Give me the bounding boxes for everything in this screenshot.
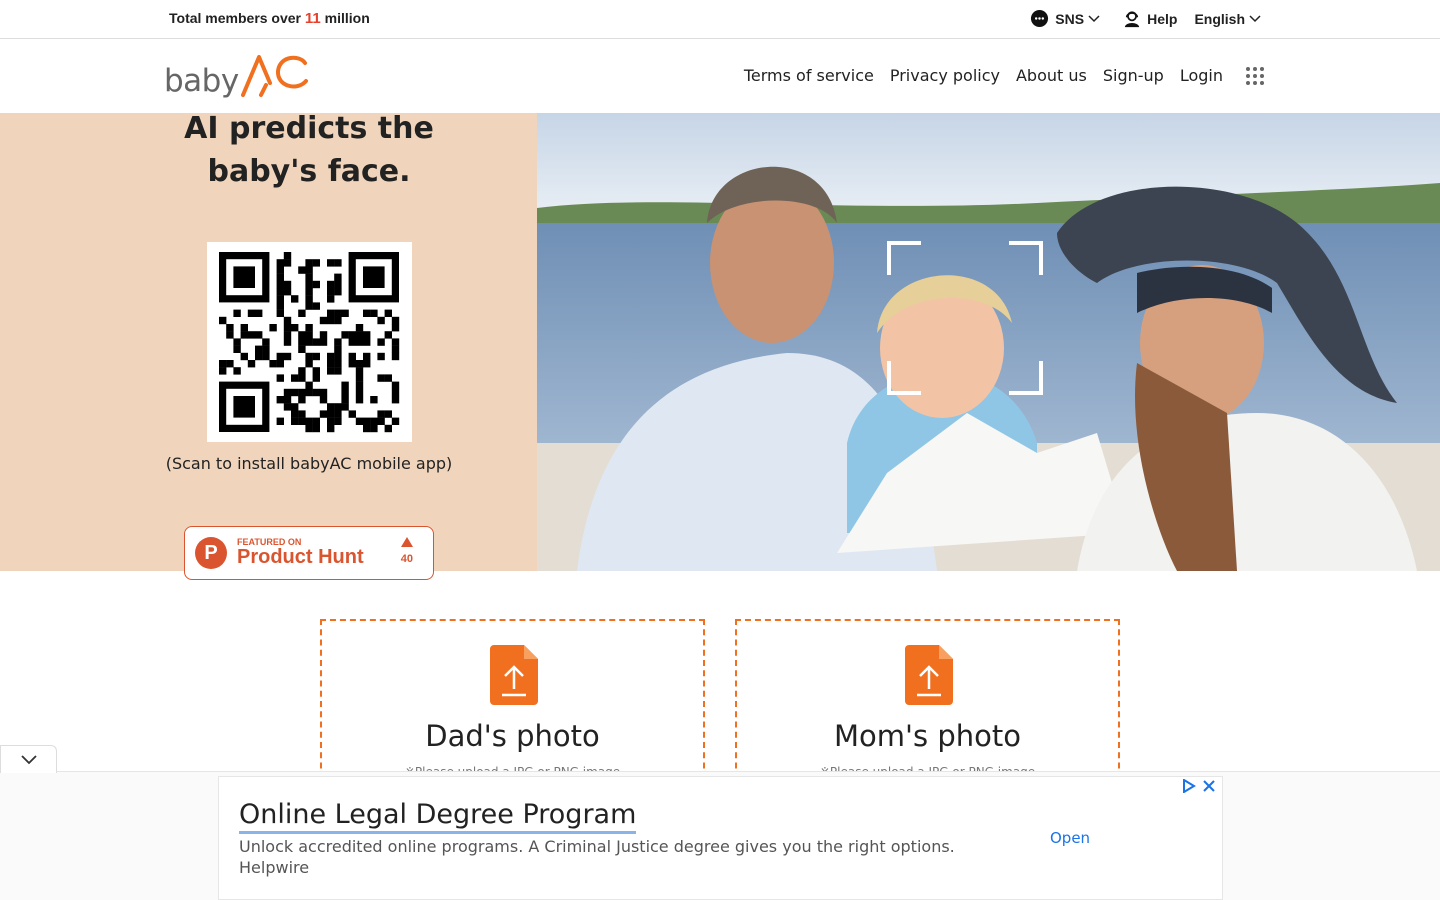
ad-controls — [1182, 779, 1216, 793]
ph-vote-count: 40 — [400, 553, 413, 565]
help-link[interactable]: Help — [1123, 10, 1177, 28]
hero-title: AI predicts the baby's face. — [0, 107, 618, 193]
language-label: English — [1194, 10, 1245, 27]
scan-instruction: (Scan to install babyAC mobile app) — [165, 454, 453, 473]
member-count: Total members over 11 million — [169, 10, 370, 27]
dad-photo-upload[interactable]: Dad's photo ※Please upload a JPG or PNG … — [320, 619, 705, 789]
site-header: baby Terms of service Privacy policy Abo… — [0, 39, 1440, 113]
members-suffix: million — [320, 10, 370, 26]
product-hunt-logo-icon: P — [195, 537, 227, 569]
file-upload-icon — [490, 645, 538, 705]
nav-terms-of-service[interactable]: Terms of service — [744, 66, 874, 85]
nav-sign-up[interactable]: Sign-up — [1103, 66, 1164, 85]
mom-photo-label: Mom's photo — [834, 719, 1021, 753]
ph-upvotes: 40 — [401, 537, 413, 565]
chevron-down-icon — [1088, 14, 1100, 22]
hero-title-line-2: baby's face. — [207, 154, 411, 189]
top-right-menu: SNS Help English — [1013, 9, 1267, 28]
grid-icon[interactable] — [1246, 66, 1264, 85]
ph-name: Product Hunt — [237, 546, 364, 568]
language-dropdown[interactable]: English — [1194, 11, 1267, 27]
dad-photo-label: Dad's photo — [425, 719, 600, 753]
chat-bubble-icon — [1031, 9, 1049, 28]
ad-collapse-toggle[interactable] — [0, 745, 57, 773]
qr-code — [207, 242, 412, 442]
hero-family-photo — [537, 113, 1440, 571]
sns-dropdown[interactable]: SNS — [1030, 9, 1106, 28]
ad-title[interactable]: Online Legal Degree Program — [239, 799, 637, 834]
babyac-logo[interactable]: baby — [164, 53, 310, 99]
main-nav: Terms of service Privacy policy About us… — [728, 66, 1264, 85]
ad-open-button[interactable]: Open — [1050, 829, 1090, 847]
ad-source: Helpwire — [239, 858, 310, 877]
sns-label: SNS — [1055, 10, 1085, 27]
logo-text: baby — [164, 63, 239, 99]
ad-description: Unlock accredited online programs. A Cri… — [239, 837, 955, 856]
product-hunt-badge[interactable]: P FEATURED ON Product Hunt 40 — [184, 526, 434, 580]
close-icon[interactable] — [1202, 779, 1216, 793]
ad-banner[interactable]: Online Legal Degree Program Unlock accre… — [218, 776, 1223, 900]
mom-photo-upload[interactable]: Mom's photo ※Please upload a JPG or PNG … — [735, 619, 1120, 789]
chevron-down-icon — [20, 754, 37, 764]
logo-mark-ac — [240, 55, 308, 97]
chevron-down-icon — [1249, 14, 1261, 22]
nav-about-us[interactable]: About us — [1016, 66, 1087, 85]
adchoices-icon[interactable] — [1182, 779, 1196, 793]
nav-login[interactable]: Login — [1180, 66, 1223, 85]
nav-privacy-policy[interactable]: Privacy policy — [890, 66, 1000, 85]
hero-title-line-1: AI predicts the — [184, 111, 434, 146]
upvote-triangle-icon — [400, 537, 413, 547]
help-label: Help — [1147, 10, 1178, 27]
support-agent-icon — [1124, 10, 1140, 27]
members-prefix: Total members over — [169, 10, 305, 26]
members-number: 11 — [304, 10, 321, 27]
file-upload-icon — [905, 645, 953, 705]
top-bar: Total members over 11 million SNS Help E… — [0, 0, 1440, 39]
